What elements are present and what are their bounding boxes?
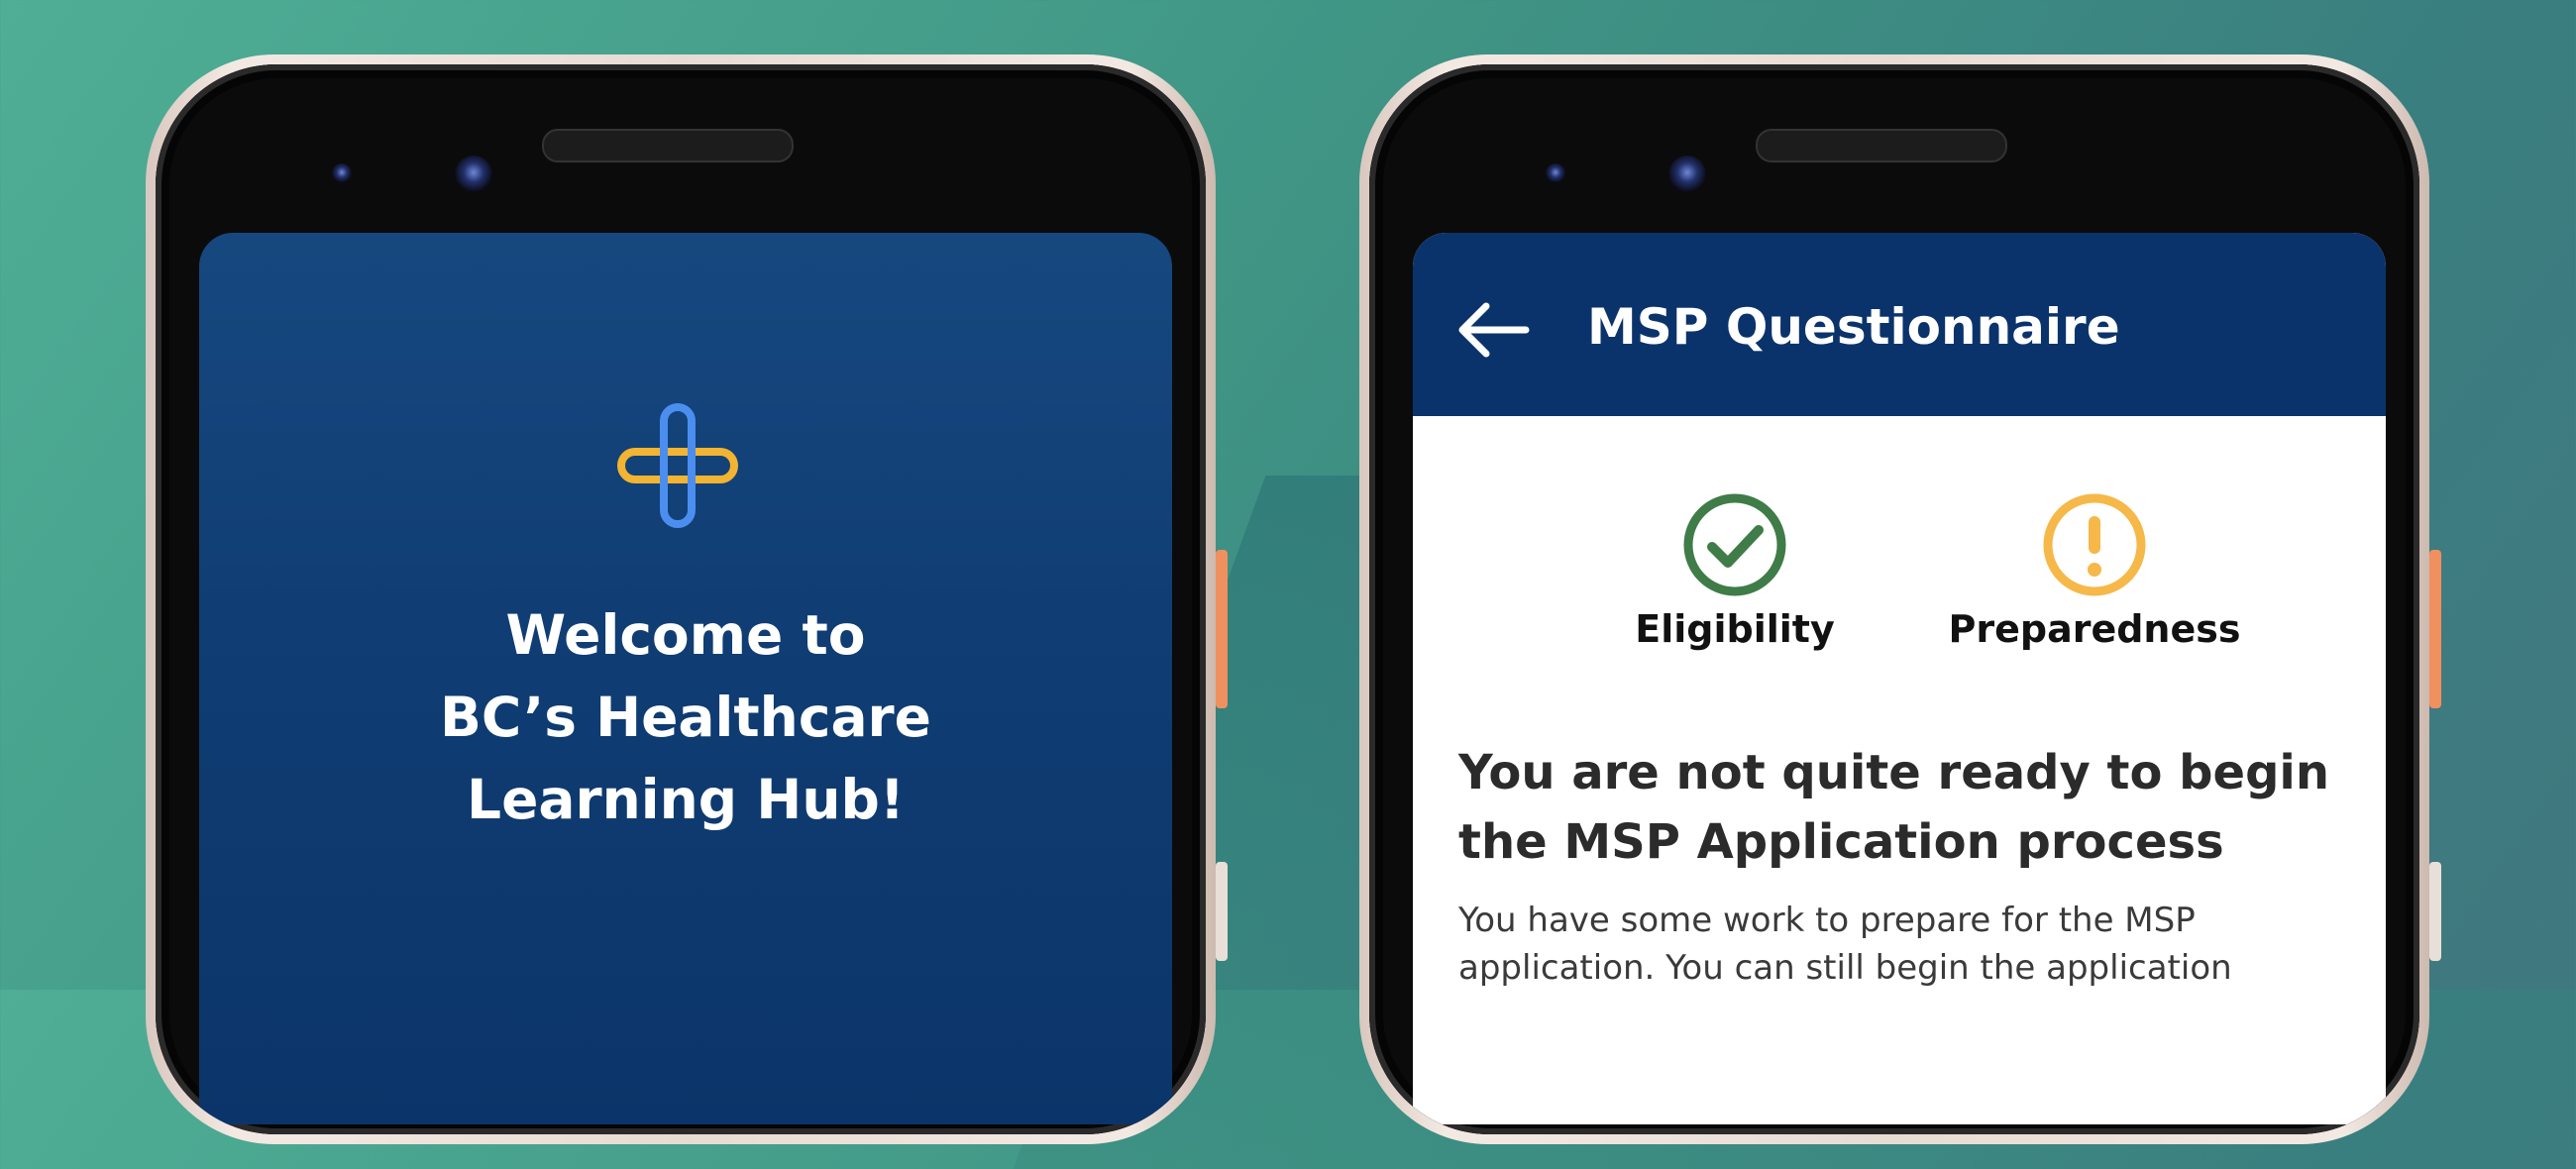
check-circle-icon xyxy=(1683,493,1786,596)
welcome-title-line: Learning Hub! xyxy=(467,768,905,831)
status-eligibility: Eligibility xyxy=(1611,492,1859,653)
front-camera xyxy=(455,156,492,193)
arrow-left-icon[interactable] xyxy=(1454,300,1530,360)
welcome-title: Welcome to BC’s Healthcare Learning Hub! xyxy=(199,594,1172,841)
welcome-screen: Welcome to BC’s Healthcare Learning Hub! xyxy=(199,233,1172,1124)
result-description: You have some work to prepare for the MS… xyxy=(1458,901,2232,988)
earpiece-speaker xyxy=(1756,129,2007,162)
app-header: MSP Questionnaire xyxy=(1413,233,2386,416)
phone-welcome: Welcome to BC’s Healthcare Learning Hub! xyxy=(146,54,1228,1144)
phone-questionnaire: MSP Questionnaire Eligibility Preparedne… xyxy=(1359,54,2441,1144)
power-button xyxy=(1216,550,1228,708)
front-sensor xyxy=(1546,163,1565,183)
volume-button xyxy=(2429,862,2441,961)
power-button xyxy=(2429,550,2441,708)
welcome-title-line: Welcome to xyxy=(505,603,866,667)
exclamation-circle-icon xyxy=(2043,493,2146,596)
earpiece-speaker xyxy=(542,129,794,162)
status-label: Eligibility xyxy=(1635,607,1835,651)
front-sensor xyxy=(332,163,352,183)
result-heading: You are not quite ready to begin the MSP… xyxy=(1458,745,2330,870)
front-camera xyxy=(1668,156,1706,193)
status-preparedness: Preparedness xyxy=(1926,492,2263,653)
questionnaire-screen: MSP Questionnaire Eligibility Preparedne… xyxy=(1413,233,2386,1124)
phone-bezel: MSP Questionnaire Eligibility Preparedne… xyxy=(1369,64,2419,1134)
health-cross-icon xyxy=(617,403,738,528)
phone-bezel: Welcome to BC’s Healthcare Learning Hub! xyxy=(156,64,1206,1134)
welcome-title-line: BC’s Healthcare xyxy=(440,686,931,749)
status-label: Preparedness xyxy=(1948,607,2241,651)
volume-button xyxy=(1216,862,1228,961)
page-title: MSP Questionnaire xyxy=(1587,298,2120,356)
